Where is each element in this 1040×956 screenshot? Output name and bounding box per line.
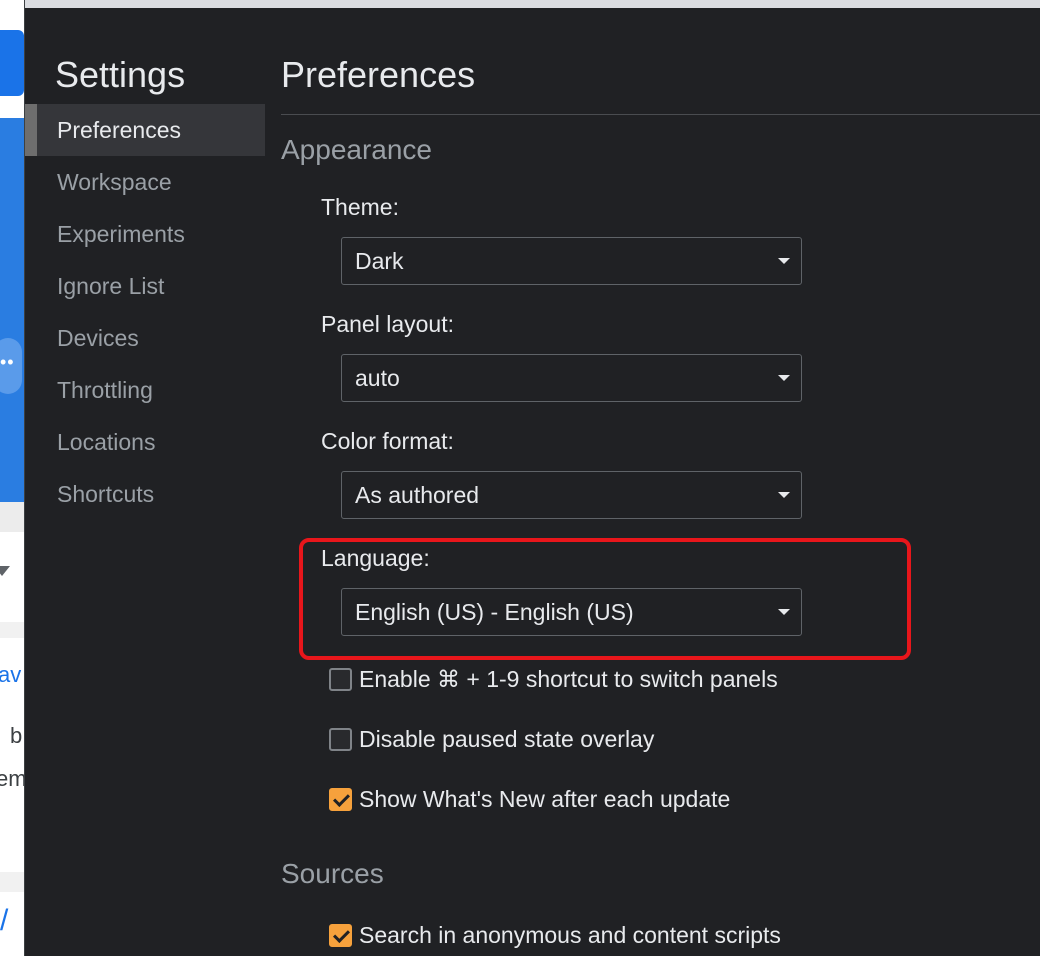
theme-select-value: Dark — [355, 248, 404, 274]
background-page: •• av b em / — [0, 0, 24, 956]
devtools-settings-window: Settings Preferences Workspace Experimen… — [24, 0, 1040, 956]
switch-panels-shortcut-checkbox[interactable] — [329, 667, 352, 691]
background-divider — [0, 622, 24, 638]
settings-sidebar: Settings Preferences Workspace Experimen… — [25, 8, 265, 956]
switch-panels-shortcut-checkbox-row[interactable]: Enable ⌘ + 1-9 shortcut to switch panels — [329, 666, 778, 692]
window-top-border — [25, 0, 1040, 8]
panel-layout-select[interactable]: auto — [341, 354, 802, 402]
disable-paused-overlay-label: Disable paused state overlay — [359, 725, 655, 752]
panel-layout-label: Panel layout: — [321, 311, 454, 337]
sidebar-item-preferences[interactable]: Preferences — [25, 104, 265, 156]
color-format-label: Color format: — [321, 428, 454, 454]
background-link-text: / — [0, 904, 9, 937]
background-link-text: av — [0, 662, 22, 687]
settings-title: Settings — [55, 54, 186, 95]
sidebar-item-workspace[interactable]: Workspace — [25, 156, 265, 208]
color-format-select-value: As authored — [355, 482, 480, 508]
section-title-sources: Sources — [281, 858, 384, 889]
search-anonymous-scripts-checkbox[interactable] — [329, 923, 352, 947]
sidebar-item-experiments[interactable]: Experiments — [25, 208, 265, 260]
search-anonymous-scripts-label: Search in anonymous and content scripts — [359, 921, 781, 948]
color-format-select[interactable]: As authored — [341, 471, 802, 519]
sidebar-item-ignore-list[interactable]: Ignore List — [25, 260, 265, 312]
panel-layout-select-value: auto — [355, 365, 400, 391]
disable-paused-overlay-checkbox-row[interactable]: Disable paused state overlay — [329, 726, 654, 752]
show-whats-new-label: Show What's New after each update — [359, 785, 731, 812]
page-title: Preferences — [281, 54, 476, 95]
chevron-down-icon — [778, 375, 790, 381]
theme-select[interactable]: Dark — [341, 237, 802, 285]
sidebar-item-devices[interactable]: Devices — [25, 312, 265, 364]
title-divider — [281, 114, 1040, 115]
section-title-appearance: Appearance — [281, 134, 433, 165]
preferences-panel: Preferences Appearance Theme: Dark Panel… — [281, 8, 1040, 956]
chevron-down-icon — [778, 492, 790, 498]
disable-paused-overlay-checkbox[interactable] — [329, 727, 352, 751]
background-divider — [0, 872, 24, 892]
show-whats-new-checkbox[interactable] — [329, 787, 352, 811]
background-blue-banner — [0, 118, 24, 502]
background-grey-bar — [0, 502, 24, 532]
language-highlight-annotation — [299, 538, 911, 660]
background-caret-icon — [0, 566, 10, 576]
background-text: b — [10, 723, 23, 748]
search-anonymous-scripts-checkbox-row[interactable]: Search in anonymous and content scripts — [329, 922, 781, 948]
theme-label: Theme: — [321, 194, 399, 220]
settings-nav: Preferences Workspace Experiments Ignore… — [25, 104, 265, 520]
more-dots-icon: •• — [0, 352, 15, 372]
sidebar-item-shortcuts[interactable]: Shortcuts — [25, 468, 265, 520]
switch-panels-shortcut-label: Enable ⌘ + 1-9 shortcut to switch panels — [359, 665, 778, 692]
sidebar-item-throttling[interactable]: Throttling — [25, 364, 265, 416]
show-whats-new-checkbox-row[interactable]: Show What's New after each update — [329, 786, 730, 812]
chevron-down-icon — [778, 258, 790, 264]
background-blue-button — [0, 30, 24, 96]
sidebar-item-locations[interactable]: Locations — [25, 416, 265, 468]
background-text: em — [0, 766, 24, 791]
